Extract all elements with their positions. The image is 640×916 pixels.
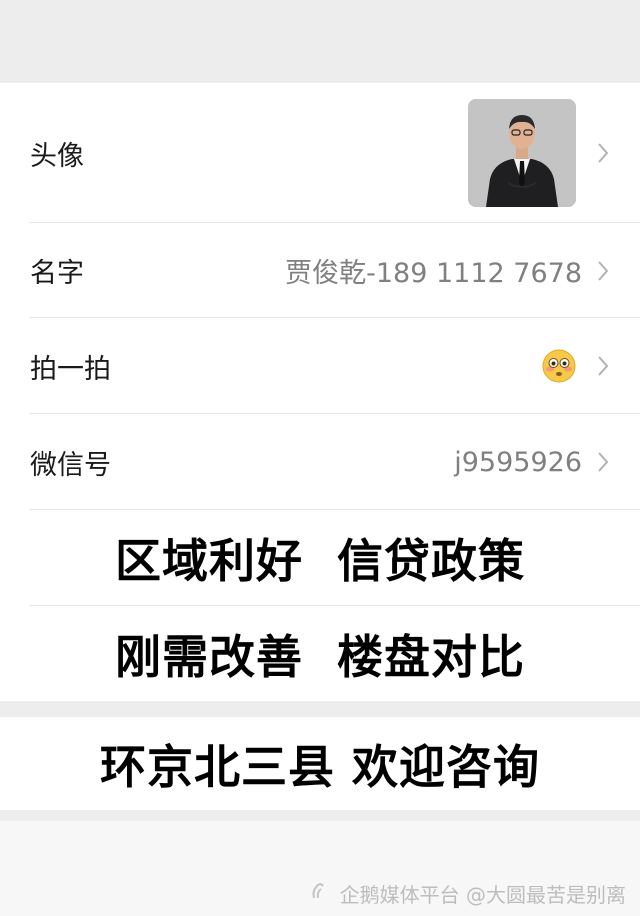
penguin-media-icon xyxy=(310,880,332,907)
watermark: 企鹅媒体平台 @大圆最苦是别离 xyxy=(310,879,626,908)
banner-card: 环京北三县 欢迎咨询 xyxy=(0,717,640,810)
wechat-id-value: j9595926 xyxy=(454,446,582,478)
name-label: 名字 xyxy=(30,258,84,289)
chevron-right-icon xyxy=(596,258,610,284)
name-row[interactable]: 名字 贾俊乾-189 1112 7678 xyxy=(0,223,640,318)
profile-card: 头像 名字 贾俊乾-189 1112 7678 拍一拍 微信号 j9595926… xyxy=(0,83,640,701)
chevron-right-icon xyxy=(596,353,610,379)
name-value: 贾俊乾-189 1112 7678 xyxy=(285,258,582,289)
avatar[interactable] xyxy=(468,99,576,207)
chevron-right-icon xyxy=(596,140,610,166)
flushed-face-emoji-icon xyxy=(542,349,576,383)
chevron-right-icon xyxy=(596,449,610,475)
banner-line-3: 环京北三县 欢迎咨询 xyxy=(99,739,540,794)
banner-line-2: 刚需改善 楼盘对比 xyxy=(114,629,526,684)
banner-line-1: 区域利好 信贷政策 xyxy=(0,510,640,606)
bottom-area: 企鹅媒体平台 @大圆最苦是别离 xyxy=(0,821,640,916)
wechat-id-row[interactable]: 微信号 j9595926 xyxy=(0,414,640,510)
top-spacer xyxy=(0,0,640,83)
watermark-text: 企鹅媒体平台 @大圆最苦是别离 xyxy=(339,883,626,907)
pat-row[interactable]: 拍一拍 xyxy=(0,318,640,414)
avatar-row[interactable]: 头像 xyxy=(0,83,640,223)
avatar-label: 头像 xyxy=(30,140,84,172)
section-divider xyxy=(0,701,640,717)
pat-label: 拍一拍 xyxy=(30,353,111,385)
wechat-id-label: 微信号 xyxy=(30,449,111,481)
